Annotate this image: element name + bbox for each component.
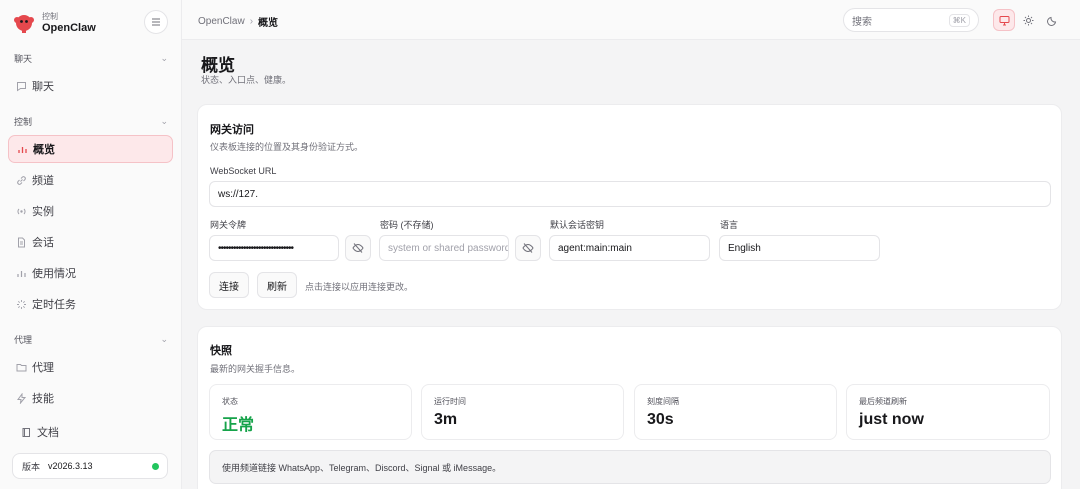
refresh-button[interactable]: 刷新 — [257, 272, 297, 298]
stat-value: 3m — [434, 411, 458, 428]
card-title: 快照 — [210, 345, 232, 357]
monitor-icon[interactable] — [993, 9, 1015, 31]
section-agents[interactable]: 代理 ⌄ — [14, 332, 168, 346]
stat-value: 正常 — [222, 417, 255, 434]
eye-off-icon — [522, 243, 534, 253]
section-control[interactable]: 控制 ⌄ — [14, 114, 168, 128]
stat-label: 运行时间 — [434, 397, 466, 406]
stat-value: just now — [859, 411, 924, 428]
sidebar-item-label: 定时任务 — [32, 299, 76, 311]
breadcrumb: OpenClaw › 概览 — [198, 14, 278, 29]
sidebar-item-label: 使用情况 — [32, 268, 76, 280]
docs-label: 文档 — [37, 427, 59, 439]
language-select[interactable]: English — [719, 235, 880, 261]
loader-icon — [15, 298, 27, 310]
lobster-logo-icon — [14, 15, 34, 33]
chevron-down-icon: ⌄ — [160, 333, 168, 344]
sidebar-item-label: 频道 — [32, 175, 54, 187]
menu-icon — [152, 18, 160, 26]
section-label: 代理 — [14, 334, 33, 345]
book-icon — [20, 426, 32, 438]
bar-chart-icon — [15, 267, 27, 279]
moon-icon[interactable] — [1041, 9, 1063, 31]
chevron-down-icon: ⌄ — [160, 115, 168, 126]
gateway-token-input[interactable]: •••••••••••••••••••••••••••••• — [209, 235, 339, 261]
stat-uptime: 运行时间 3m — [421, 384, 624, 440]
sidebar-item-overview[interactable]: 概览 — [8, 135, 173, 163]
sidebar-item-label: 技能 — [32, 393, 54, 405]
sidebar-toggle-button[interactable] — [144, 10, 168, 34]
card-subtitle: 仪表板连接的位置及其身份验证方式。 — [210, 142, 364, 152]
sidebar-item-chat[interactable]: 聊天 — [8, 72, 173, 100]
gateway-token-label: 网关令牌 — [210, 220, 247, 230]
section-label: 聊天 — [14, 53, 33, 64]
link-icon — [15, 174, 27, 186]
sidebar-item-skills[interactable]: 技能 — [8, 384, 173, 412]
connect-hint: 点击连接以应用连接更改。 — [305, 282, 414, 292]
search-placeholder: 搜索 — [852, 16, 872, 28]
password-input[interactable]: system or shared password — [379, 235, 509, 261]
chevron-down-icon: ⌄ — [160, 52, 168, 63]
search-input[interactable]: 搜索 ⌘K — [843, 8, 979, 32]
sidebar-item-channels[interactable]: 频道 — [8, 166, 173, 194]
eye-off-icon — [352, 243, 364, 253]
brand-name: OpenClaw — [42, 21, 96, 34]
version-label: 版本 — [22, 461, 41, 472]
websocket-url-label: WebSocket URL — [210, 166, 277, 176]
sidebar-item-label: 聊天 — [32, 81, 54, 93]
status-dot — [152, 463, 159, 470]
message-icon — [15, 80, 27, 92]
sidebar-item-label: 代理 — [32, 362, 54, 374]
language-label: 语言 — [720, 220, 739, 230]
sun-icon[interactable] — [1017, 9, 1039, 31]
radio-icon — [15, 205, 27, 217]
sidebar-item-label: 实例 — [32, 206, 54, 218]
sidebar-item-label: 会话 — [32, 237, 54, 249]
bar-chart-icon — [16, 143, 28, 155]
version-value: v2026.3.13 — [48, 461, 93, 471]
connect-button[interactable]: 连接 — [209, 272, 249, 298]
search-shortcut: ⌘K — [948, 14, 970, 27]
channels-notice: 使用频道链接 WhatsApp、Telegram、Discord、Signal … — [209, 450, 1051, 484]
card-title: 网关访问 — [210, 124, 254, 136]
section-chat[interactable]: 聊天 ⌄ — [14, 51, 168, 65]
stat-last-channel-refresh: 最后频道刷新 just now — [846, 384, 1050, 440]
gateway-access-card: 网关访问 仪表板连接的位置及其身份验证方式。 WebSocket URL ws:… — [197, 104, 1062, 310]
sidebar-item-cron-jobs[interactable]: 定时任务 — [8, 290, 173, 318]
default-session-key-input[interactable]: agent:main:main — [549, 235, 710, 261]
topbar: OpenClaw › 概览 搜索 ⌘K — [182, 0, 1080, 40]
sidebar-item-usage[interactable]: 使用情况 — [8, 259, 173, 287]
stat-tick-interval: 刻度间隔 30s — [634, 384, 837, 440]
card-subtitle: 最新的网关握手信息。 — [210, 364, 301, 374]
websocket-url-input[interactable]: ws://127. — [209, 181, 1051, 207]
theme-switcher — [993, 8, 1065, 32]
breadcrumb-separator: › — [249, 16, 254, 27]
breadcrumb-current: 概览 — [258, 18, 279, 29]
sidebar-item-label: 概览 — [33, 144, 55, 156]
toggle-token-visibility-button[interactable] — [345, 235, 371, 261]
file-icon — [15, 236, 27, 248]
password-label: 密码 (不存储) — [380, 220, 434, 230]
stat-value: 30s — [647, 411, 674, 428]
page-subtitle: 状态、入口点、健康。 — [201, 75, 292, 85]
brand-subtitle: 控制 — [42, 11, 58, 21]
sidebar-item-instances[interactable]: 实例 — [8, 197, 173, 225]
sidebar: 控制 OpenClaw 聊天 ⌄ 聊天 控制 ⌄ 概览 频道 实例 会话 使用情… — [0, 0, 182, 489]
sidebar-item-docs[interactable]: 文档 — [13, 418, 178, 446]
stat-status: 状态 正常 — [209, 384, 412, 440]
toggle-password-visibility-button[interactable] — [515, 235, 541, 261]
snapshot-card: 快照 最新的网关握手信息。 状态 正常 运行时间 3m 刻度间隔 30s 最后频… — [197, 326, 1062, 489]
version-badge: 版本 v2026.3.13 — [12, 453, 168, 479]
stat-label: 最后频道刷新 — [859, 397, 907, 406]
brand[interactable]: 控制 OpenClaw — [12, 9, 96, 37]
sidebar-item-agents[interactable]: 代理 — [8, 353, 173, 381]
zap-icon — [15, 392, 27, 404]
stat-label: 状态 — [222, 397, 238, 406]
breadcrumb-root[interactable]: OpenClaw — [198, 16, 245, 27]
stat-label: 刻度间隔 — [647, 397, 679, 406]
sidebar-item-sessions[interactable]: 会话 — [8, 228, 173, 256]
default-session-key-label: 默认会话密钥 — [550, 220, 605, 230]
folder-icon — [15, 361, 27, 373]
section-label: 控制 — [14, 116, 33, 127]
